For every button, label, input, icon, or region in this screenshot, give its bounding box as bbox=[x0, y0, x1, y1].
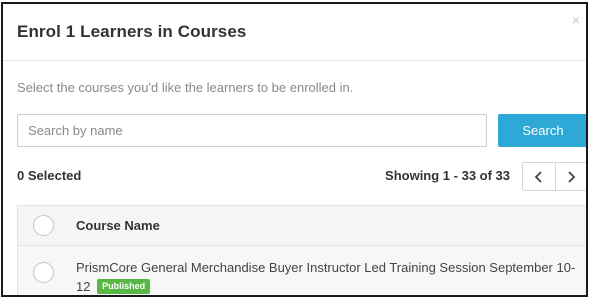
previous-page-button[interactable] bbox=[523, 163, 555, 190]
row-select-radio[interactable] bbox=[33, 262, 54, 283]
modal-header: Enrol 1 Learners in Courses × bbox=[3, 4, 586, 61]
course-name: PrismCore General Merchandise Buyer Inst… bbox=[76, 260, 576, 294]
instructions-text: Select the courses you'd like the learne… bbox=[17, 80, 354, 95]
selected-count: 0 Selected bbox=[17, 168, 82, 183]
modal-title: Enrol 1 Learners in Courses bbox=[17, 22, 247, 41]
status-badge: Published bbox=[97, 279, 151, 294]
close-icon[interactable]: × bbox=[572, 12, 580, 28]
chevron-left-icon bbox=[534, 170, 542, 183]
search-button[interactable]: Search bbox=[498, 114, 586, 147]
course-name-cell: PrismCore General Merchandise Buyer Inst… bbox=[76, 258, 581, 295]
select-all-radio[interactable] bbox=[33, 215, 54, 236]
column-header-course-name: Course Name bbox=[76, 218, 160, 233]
chevron-right-icon bbox=[568, 170, 576, 183]
search-input[interactable] bbox=[17, 114, 487, 147]
table-header: Course Name bbox=[18, 206, 586, 246]
pagination-summary: Showing 1 - 33 of 33 bbox=[385, 168, 510, 183]
course-table: Course Name PrismCore General Merchandis… bbox=[17, 205, 586, 295]
pagination-controls bbox=[522, 162, 587, 191]
next-page-button[interactable] bbox=[554, 163, 587, 190]
table-row[interactable]: PrismCore General Merchandise Buyer Inst… bbox=[18, 246, 586, 295]
enrol-modal: Enrol 1 Learners in Courses × Select the… bbox=[1, 2, 588, 297]
